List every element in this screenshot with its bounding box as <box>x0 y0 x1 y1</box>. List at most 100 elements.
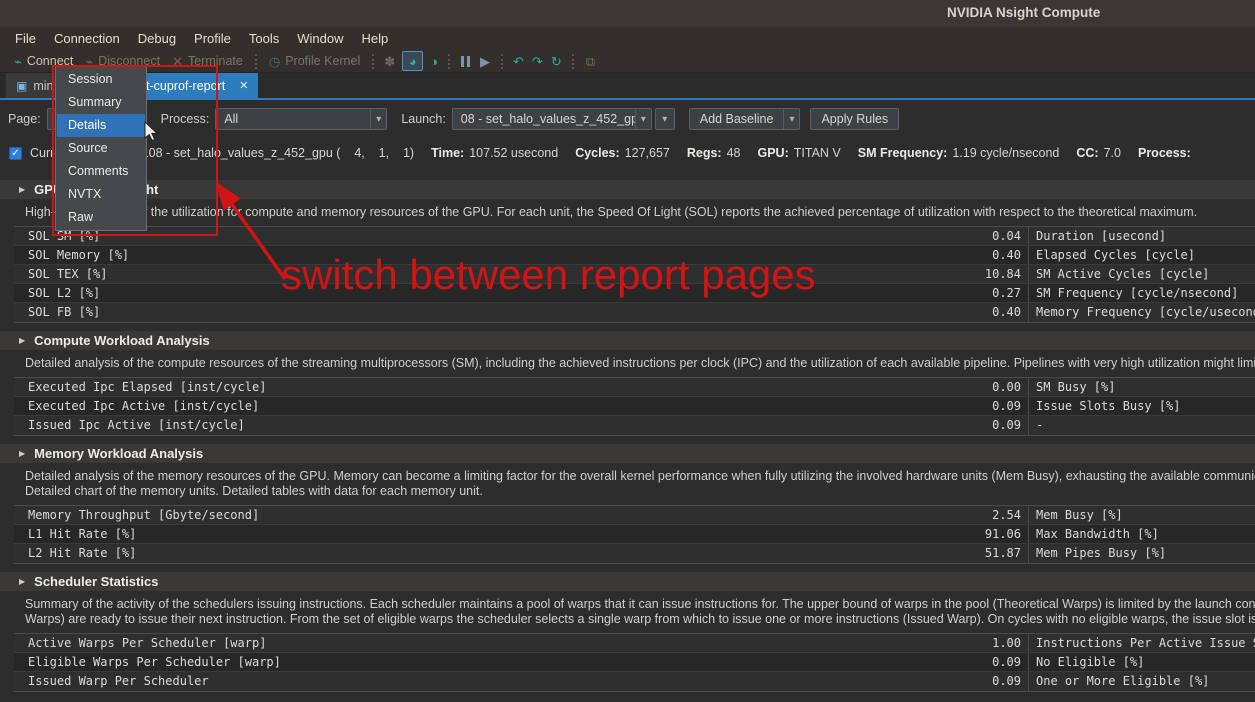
chevron-down-icon: ▾ <box>635 109 651 129</box>
metric-row: SOL SM [%] 0.04 Duration [usecond] <box>14 227 1255 246</box>
collapse-triangle-icon: ▶ <box>19 449 25 458</box>
menu-item-nvtx[interactable]: NVTX <box>57 183 145 206</box>
section-header-scheduler-statistics[interactable]: ▶ Scheduler Statistics <box>0 572 1255 591</box>
metric-row: Executed Ipc Elapsed [inst/cycle] 0.00 S… <box>14 378 1255 397</box>
metrics-table: Active Warps Per Scheduler [warp] 1.00 I… <box>14 633 1255 692</box>
menu-item-session[interactable]: Session <box>57 68 145 91</box>
section-compute-workload-analysis: ▶ Compute Workload Analysis Detailed ana… <box>0 331 1255 436</box>
section-title: Compute Workload Analysis <box>34 333 210 348</box>
chevron-down-icon: ▾ <box>370 109 386 129</box>
tab-cuprof-report[interactable]: t-cuprof-report ✕ <box>136 73 258 98</box>
check-icon: ✓ <box>11 148 19 159</box>
profile-series-icon[interactable]: ◑ <box>430 55 438 68</box>
metric-row: Issued Ipc Active [inst/cycle] 0.09 - <box>14 416 1255 435</box>
section-title: Memory Workload Analysis <box>34 446 203 461</box>
metrics-table: SOL SM [%] 0.04 Duration [usecond] SOL M… <box>14 226 1255 323</box>
metric-name: SOL TEX [%] <box>14 265 880 283</box>
section-description: Detailed analysis of the compute resourc… <box>25 356 1255 371</box>
launch-select-value: 08 - set_halo_values_z_452_gpu <box>453 112 635 126</box>
section-header-memory-workload[interactable]: ▶ Memory Workload Analysis <box>0 444 1255 463</box>
kernel-summary-bar: ✓ Current 108 - set_halo_values_z_452_gp… <box>0 138 1255 168</box>
auto-profile-toggle[interactable]: ◕ <box>402 51 423 71</box>
profile-kernel-button[interactable]: ◷ Profile Kernel <box>263 50 366 72</box>
menu-item-details[interactable]: Details <box>57 114 145 137</box>
terminate-label: Terminate <box>188 54 243 68</box>
step-forward-icon[interactable]: ↷ <box>532 55 543 68</box>
menubar: File Connection Debug Profile Tools Wind… <box>0 27 1255 50</box>
launch-options-button[interactable]: ▾ <box>655 108 675 130</box>
section-header-gpu-speed-of-light[interactable]: ▶ GPU Speed Of Light <box>0 180 1255 199</box>
metric-name: SM Frequency [cycle/nsecond] <box>1028 284 1255 302</box>
pause-icon[interactable] <box>461 56 470 67</box>
regs-label: Regs: <box>687 146 722 160</box>
cc-label: CC: <box>1076 146 1098 160</box>
menu-connection[interactable]: Connection <box>45 27 129 50</box>
sm-frequency-value: 1.19 cycle/nsecond <box>952 146 1059 160</box>
profile-kernel-icon: ◷ <box>269 55 280 68</box>
metrics-table: Memory Throughput [Gbyte/second] 2.54 Me… <box>14 505 1255 564</box>
apply-rules-label: Apply Rules <box>821 112 888 126</box>
copy-report-icon[interactable]: ⧉ <box>586 55 595 68</box>
apply-rules-button[interactable]: Apply Rules <box>810 108 899 130</box>
cycles-value: 127,657 <box>625 146 670 160</box>
metric-value: 91.06 <box>880 525 1028 543</box>
metric-value: 0.40 <box>880 246 1028 264</box>
toolbar: ⌁ Connect ⌁ Disconnect ✕ Terminate ◷ Pro… <box>0 50 1255 73</box>
metric-row: SOL Memory [%] 0.40 Elapsed Cycles [cycl… <box>14 246 1255 265</box>
add-baseline-button[interactable]: Add Baseline <box>689 108 785 130</box>
menu-window[interactable]: Window <box>288 27 352 50</box>
metric-row: Issued Warp Per Scheduler 0.09 One or Mo… <box>14 672 1255 691</box>
titlebar: NVIDIA Nsight Compute <box>0 0 1255 27</box>
metric-name: Issued Warp Per Scheduler <box>14 672 880 691</box>
menu-debug[interactable]: Debug <box>129 27 185 50</box>
section-description: Detailed analysis of the memory resource… <box>25 469 1255 499</box>
process-select[interactable]: All ▾ <box>215 108 387 130</box>
current-kernel-checkbox[interactable]: ✓ <box>9 147 22 160</box>
toolbar-separator <box>448 54 450 69</box>
launch-select[interactable]: 08 - set_halo_values_z_452_gpu ▾ <box>452 108 652 130</box>
toolbar-separator <box>572 54 574 69</box>
collapse-triangle-icon: ▶ <box>19 577 25 586</box>
menu-tools[interactable]: Tools <box>240 27 288 50</box>
process-field-label: Process: <box>1138 146 1191 160</box>
metric-row: L2 Hit Rate [%] 51.87 Mem Pipes Busy [%] <box>14 544 1255 563</box>
close-tab-icon[interactable]: ✕ <box>239 79 248 92</box>
section-header-compute-workload[interactable]: ▶ Compute Workload Analysis <box>0 331 1255 350</box>
gpu-label: GPU: <box>758 146 789 160</box>
cycles-label: Cycles: <box>575 146 619 160</box>
menu-item-summary[interactable]: Summary <box>57 91 145 114</box>
metric-name: SM Active Cycles [cycle] <box>1028 265 1255 283</box>
resume-icon[interactable]: ▶ <box>480 55 490 68</box>
reload-icon[interactable]: ↻ <box>551 55 562 68</box>
menu-help[interactable]: Help <box>353 27 398 50</box>
menu-item-source[interactable]: Source <box>57 137 145 160</box>
metric-row: Executed Ipc Active [inst/cycle] 0.09 Is… <box>14 397 1255 416</box>
gpu-value: TITAN V <box>794 146 841 160</box>
nsight-compute-window: NVIDIA Nsight Compute File Connection De… <box>0 0 1255 702</box>
tab-label: t-cuprof-report <box>146 79 225 93</box>
menu-item-comments[interactable]: Comments <box>57 160 145 183</box>
metric-row: SOL FB [%] 0.40 Memory Frequency [cycle/… <box>14 303 1255 322</box>
menu-profile[interactable]: Profile <box>185 27 240 50</box>
menu-item-raw[interactable]: Raw <box>57 206 145 229</box>
metric-name: Instructions Per Active Issue Slot [inst… <box>1028 634 1255 652</box>
add-baseline-label: Add Baseline <box>700 112 774 126</box>
tab-label: min <box>33 79 53 93</box>
metric-name: SM Busy [%] <box>1028 378 1255 396</box>
metric-name: Elapsed Cycles [cycle] <box>1028 246 1255 264</box>
terminate-button[interactable]: ✕ Terminate <box>166 50 249 72</box>
toolbar-separator <box>255 54 257 69</box>
metric-value: 0.09 <box>880 397 1028 415</box>
step-back-icon[interactable]: ↶ <box>513 55 524 68</box>
flower-icon[interactable]: ✽ <box>384 55 395 68</box>
process-label: Process: <box>161 112 210 126</box>
add-baseline-menu-button[interactable]: ▾ <box>784 108 800 130</box>
terminate-x-icon: ✕ <box>172 55 183 68</box>
toolbar-separator <box>372 54 374 69</box>
metric-value: 2.54 <box>880 506 1028 524</box>
metric-value: 0.09 <box>880 672 1028 691</box>
metric-row: Active Warps Per Scheduler [warp] 1.00 I… <box>14 634 1255 653</box>
menu-file[interactable]: File <box>6 27 45 50</box>
metric-row: L1 Hit Rate [%] 91.06 Max Bandwidth [%] <box>14 525 1255 544</box>
metric-name: Duration [usecond] <box>1028 227 1255 245</box>
